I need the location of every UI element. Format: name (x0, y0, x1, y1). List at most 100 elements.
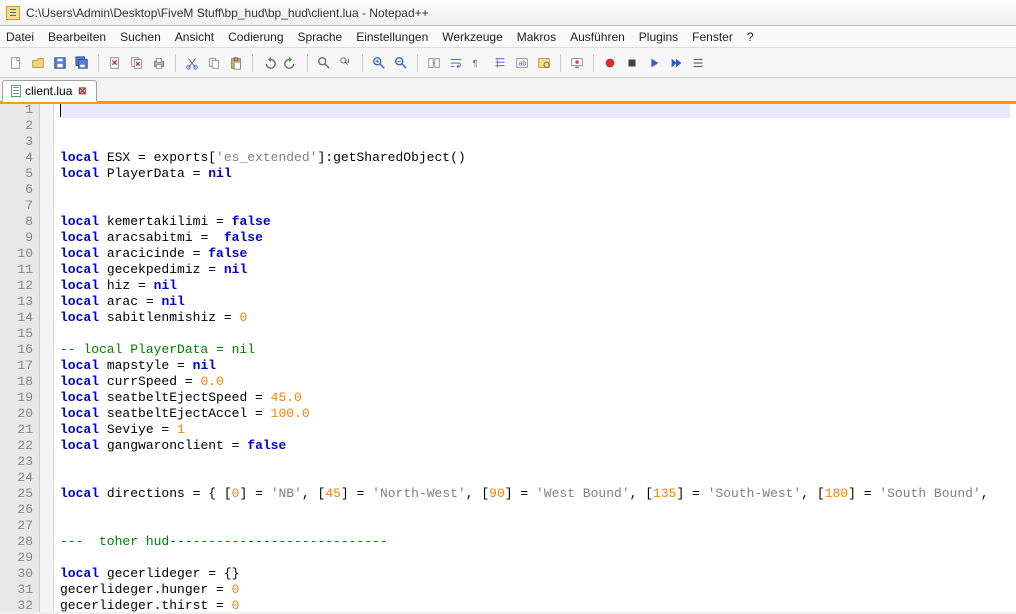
folder-button[interactable] (534, 53, 554, 73)
menu-item[interactable]: Suchen (120, 30, 161, 44)
code-line[interactable] (60, 198, 1010, 214)
replace-button[interactable] (336, 53, 356, 73)
find-button[interactable] (314, 53, 334, 73)
code-line[interactable]: gecerlideger.hunger = 0 (60, 582, 1010, 598)
menu-item[interactable]: Ansicht (175, 30, 214, 44)
new-button[interactable] (6, 53, 26, 73)
code-line[interactable] (60, 550, 1010, 566)
menu-item[interactable]: Fenster (692, 30, 733, 44)
token-ident: gangwaronclient = (107, 438, 247, 453)
undo-button[interactable] (259, 53, 279, 73)
closeall-button[interactable] (127, 53, 147, 73)
wrap-button[interactable] (446, 53, 466, 73)
code-line[interactable]: -- local PlayerData = nil (60, 342, 1010, 358)
code-editor[interactable]: local ESX = exports['es_extended']:getSh… (54, 102, 1016, 612)
token-ident: ] = (341, 486, 372, 501)
token-sp (99, 246, 107, 261)
menu-item[interactable]: Bearbeiten (48, 30, 106, 44)
token-ident: seatbeltEjectSpeed = (107, 390, 271, 405)
stop-button[interactable] (622, 53, 642, 73)
code-line[interactable] (60, 518, 1010, 534)
code-line[interactable]: local arac = nil (60, 294, 1010, 310)
code-line[interactable]: local directions = { [0] = 'NB', [45] = … (60, 486, 1010, 502)
token-num: 0 (232, 598, 240, 612)
code-line[interactable] (60, 454, 1010, 470)
redo-button[interactable] (281, 53, 301, 73)
allchars-icon: ¶ (471, 56, 485, 70)
menu-item[interactable]: Einstellungen (356, 30, 428, 44)
playmulti-button[interactable] (666, 53, 686, 73)
play-icon (647, 56, 661, 70)
code-line[interactable]: local hiz = nil (60, 278, 1010, 294)
allchars-button[interactable]: ¶ (468, 53, 488, 73)
undo-icon (262, 56, 276, 70)
code-line[interactable]: local seatbeltEjectSpeed = 45.0 (60, 390, 1010, 406)
code-line[interactable]: local seatbeltEjectAccel = 100.0 (60, 406, 1010, 422)
lang-button[interactable]: ab (512, 53, 532, 73)
menu-item[interactable]: Datei (6, 30, 34, 44)
menu-item[interactable]: Ausführen (570, 30, 625, 44)
code-line[interactable]: --- toher hud---------------------------… (60, 534, 1010, 550)
sync-button[interactable] (424, 53, 444, 73)
code-line[interactable]: local sabitlenmishiz = 0 (60, 310, 1010, 326)
code-line[interactable]: gecerlideger.thirst = 0 (60, 598, 1010, 612)
indentguide-button[interactable] (490, 53, 510, 73)
code-line[interactable]: local PlayerData = nil (60, 166, 1010, 182)
wrap-icon (449, 56, 463, 70)
code-line[interactable]: local gecekpedimiz = nil (60, 262, 1010, 278)
code-line[interactable]: local Seviye = 1 (60, 422, 1010, 438)
list-button[interactable] (688, 53, 708, 73)
close-button[interactable] (105, 53, 125, 73)
token-sp (99, 166, 107, 181)
token-ident: , [ (466, 486, 489, 501)
menu-item[interactable]: Plugins (639, 30, 678, 44)
line-number: 26 (0, 502, 33, 518)
token-kw: local (60, 166, 99, 181)
token-ident: directions = { [ (107, 486, 232, 501)
code-line[interactable]: local currSpeed = 0.0 (60, 374, 1010, 390)
code-line[interactable] (60, 182, 1010, 198)
zoomout-button[interactable] (391, 53, 411, 73)
cut-button[interactable] (182, 53, 202, 73)
indentguide-icon (493, 56, 507, 70)
play-button[interactable] (644, 53, 664, 73)
code-line[interactable]: local gecerlideger = {} (60, 566, 1010, 582)
tab-label: client.lua (25, 84, 72, 98)
save-button[interactable] (50, 53, 70, 73)
code-line[interactable] (60, 134, 1010, 150)
record-button[interactable] (600, 53, 620, 73)
token-kw: local (60, 422, 99, 437)
saveall-button[interactable] (72, 53, 92, 73)
code-line[interactable] (60, 502, 1010, 518)
code-line[interactable]: local ESX = exports['es_extended']:getSh… (60, 150, 1010, 166)
code-line[interactable]: local gangwaronclient = false (60, 438, 1010, 454)
print-button[interactable] (149, 53, 169, 73)
toolbar-separator (593, 54, 594, 72)
folder-icon (537, 56, 551, 70)
menu-item[interactable]: Codierung (228, 30, 283, 44)
token-num: 90 (489, 486, 505, 501)
code-line[interactable] (60, 118, 1010, 134)
code-line[interactable] (60, 102, 1010, 118)
paste-button[interactable] (226, 53, 246, 73)
code-line[interactable]: local mapstyle = nil (60, 358, 1010, 374)
line-number: 23 (0, 454, 33, 470)
code-line[interactable]: local aracsabitmi = false (60, 230, 1010, 246)
zoomin-button[interactable] (369, 53, 389, 73)
code-line[interactable] (60, 470, 1010, 486)
menu-item[interactable]: Makros (517, 30, 556, 44)
tab-active[interactable]: client.lua ⊠ (2, 80, 97, 102)
menu-item[interactable]: ? (747, 30, 754, 44)
close-icon[interactable]: ⊠ (76, 85, 88, 97)
copy-button[interactable] (204, 53, 224, 73)
open-button[interactable] (28, 53, 48, 73)
code-line[interactable]: local aracicinde = false (60, 246, 1010, 262)
token-bool: false (247, 438, 286, 453)
menu-item[interactable]: Werkzeuge (442, 30, 502, 44)
code-line[interactable]: local kemertakilimi = false (60, 214, 1010, 230)
print-icon (152, 56, 166, 70)
code-line[interactable] (60, 326, 1010, 342)
menu-item[interactable]: Sprache (298, 30, 343, 44)
monitor-button[interactable] (567, 53, 587, 73)
token-kw: local (60, 294, 99, 309)
